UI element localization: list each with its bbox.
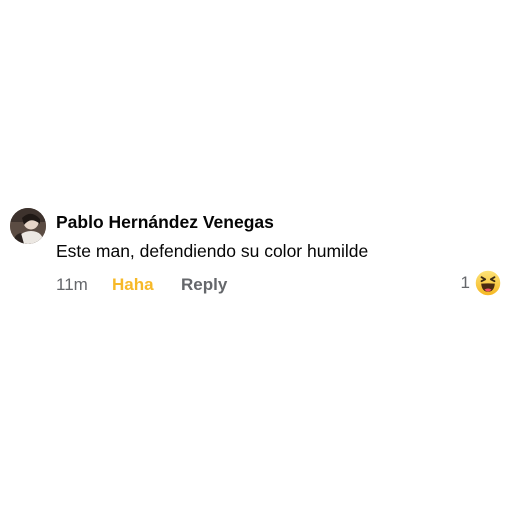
avatar-photo-icon: [10, 208, 46, 244]
reaction-count: 1: [460, 273, 470, 292]
comment-author[interactable]: Pablo Hernández Venegas: [56, 211, 274, 233]
haha-reaction-button[interactable]: Haha: [112, 274, 154, 296]
comment: Pablo Hernández Venegas Este man, defend…: [10, 208, 502, 308]
haha-emoji-icon: [474, 269, 502, 297]
comment-timestamp[interactable]: 11m: [56, 274, 88, 296]
comment-text: Este man, defendiendo su color humilde: [56, 241, 369, 261]
reaction-summary[interactable]: 1: [461, 268, 502, 298]
author-avatar[interactable]: [10, 208, 46, 244]
reply-button[interactable]: Reply: [181, 274, 227, 296]
